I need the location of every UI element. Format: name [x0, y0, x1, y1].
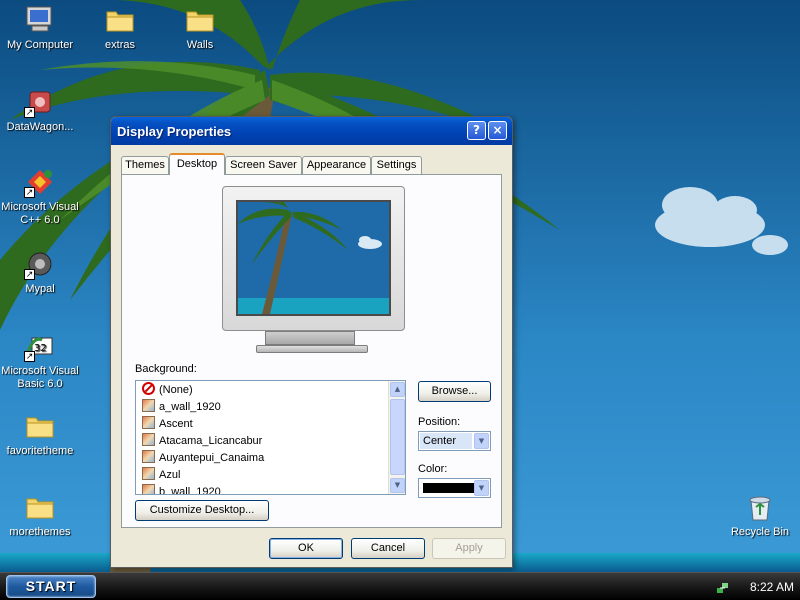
shortcut-arrow-icon: ↗ [24, 269, 35, 280]
list-item[interactable]: Azul [142, 467, 180, 484]
desktop-icon-datawagon[interactable]: ↗ DataWagon... [0, 86, 80, 134]
display-properties-dialog: Display Properties ? × Themes Desktop Sc… [110, 116, 513, 568]
desktop-icon-my-computer[interactable]: My Computer [0, 4, 80, 52]
network-icon[interactable] [716, 580, 730, 594]
monitor-preview [222, 186, 405, 331]
list-item[interactable]: Ascent [142, 416, 193, 433]
desktop-icon-visual-cpp[interactable]: ↗ Microsoft Visual C++ 6.0 [0, 166, 80, 227]
close-button[interactable]: × [488, 121, 507, 140]
image-file-icon [142, 484, 155, 494]
position-dropdown[interactable]: Center ▼ [418, 431, 491, 451]
desktop-icon-extras[interactable]: extras [80, 4, 160, 52]
color-label: Color: [418, 463, 448, 475]
desktop-icon-walls[interactable]: Walls [160, 4, 240, 52]
tab-themes[interactable]: Themes [121, 156, 169, 174]
color-picker[interactable]: ▼ [418, 478, 491, 498]
taskbar: START 8:22 AM [0, 572, 800, 600]
wallpaper-preview [236, 200, 391, 316]
list-item[interactable]: a_wall_1920 [142, 399, 221, 416]
clock[interactable]: 8:22 AM [750, 580, 794, 594]
folder-icon [24, 491, 56, 523]
position-label: Position: [418, 416, 461, 428]
image-file-icon [142, 467, 155, 480]
list-scrollbar[interactable]: ▲ ▼ [388, 381, 405, 494]
image-file-icon [142, 433, 155, 446]
tab-screen-saver[interactable]: Screen Saver [225, 156, 302, 174]
background-label: Background: [135, 363, 197, 375]
desktop-tab-page: Background: (None) a_wall_1920 Ascent At… [121, 174, 502, 528]
shortcut-arrow-icon: ↗ [24, 107, 35, 118]
mypal-icon: ↗ [24, 248, 56, 280]
ok-button[interactable]: OK [269, 538, 343, 559]
image-file-icon [142, 450, 155, 463]
system-tray: 8:22 AM [716, 576, 794, 598]
start-button[interactable]: START [6, 575, 96, 598]
chevron-down-icon[interactable]: ▼ [474, 433, 489, 449]
desktop-icon-visual-basic[interactable]: 32 ↗ Microsoft Visual Basic 6.0 [0, 330, 80, 391]
list-item[interactable]: (None) [142, 382, 193, 399]
desktop-icon-mypal[interactable]: ↗ Mypal [0, 248, 80, 296]
close-icon: × [492, 123, 503, 137]
color-swatch [423, 483, 478, 493]
datawagon-icon: ↗ [24, 86, 56, 118]
list-item[interactable]: Atacama_Licancabur [142, 433, 262, 450]
none-icon [142, 382, 155, 395]
monitor-base [256, 345, 368, 353]
image-file-icon [142, 399, 155, 412]
monitor-stand [265, 331, 355, 345]
list-item[interactable]: Auyantepui_Canaima [142, 450, 264, 467]
scroll-down-icon[interactable]: ▼ [390, 478, 405, 493]
tab-desktop[interactable]: Desktop [169, 153, 225, 175]
help-icon: ? [473, 123, 480, 137]
svg-text:32: 32 [34, 343, 47, 354]
help-button[interactable]: ? [467, 121, 486, 140]
dialog-titlebar[interactable]: Display Properties ? × [111, 117, 512, 145]
list-item[interactable]: b_wall_1920 [142, 484, 221, 494]
folder-icon [24, 410, 56, 442]
desktop-icon-recycle-bin[interactable]: Recycle Bin [720, 491, 800, 539]
folder-icon [104, 4, 136, 36]
dialog-title: Display Properties [117, 124, 232, 139]
visual-basic-icon: 32 ↗ [24, 330, 56, 362]
computer-icon [24, 4, 56, 36]
visual-cpp-icon: ↗ [24, 166, 56, 198]
cancel-button[interactable]: Cancel [351, 538, 425, 559]
image-file-icon [142, 416, 155, 429]
background-list[interactable]: (None) a_wall_1920 Ascent Atacama_Licanc… [135, 380, 406, 495]
customize-desktop-button[interactable]: Customize Desktop... [135, 500, 269, 521]
browse-button[interactable]: Browse... [418, 381, 491, 402]
desktop-icon-morethemes[interactable]: morethemes [0, 491, 80, 539]
apply-button[interactable]: Apply [432, 538, 506, 559]
scroll-thumb[interactable] [390, 399, 405, 475]
desktop-icon-favoritetheme[interactable]: favoritetheme [0, 410, 80, 458]
chevron-down-icon[interactable]: ▼ [474, 480, 489, 496]
tab-appearance[interactable]: Appearance [302, 156, 371, 174]
tab-settings[interactable]: Settings [371, 156, 422, 174]
recycle-bin-icon [744, 491, 776, 523]
position-value: Center [420, 433, 472, 449]
shortcut-arrow-icon: ↗ [24, 187, 35, 198]
shortcut-arrow-icon: ↗ [24, 351, 35, 362]
scroll-up-icon[interactable]: ▲ [390, 382, 405, 397]
folder-icon [184, 4, 216, 36]
